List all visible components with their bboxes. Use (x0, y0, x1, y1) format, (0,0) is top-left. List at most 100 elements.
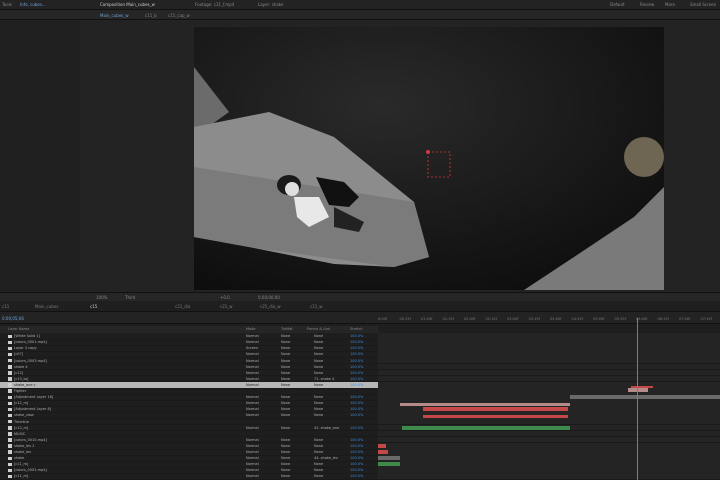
layer-trk[interactable]: None (281, 474, 290, 478)
layer-stretch[interactable]: 100.0% (350, 377, 363, 381)
workspace-default[interactable]: Default (610, 2, 625, 7)
layer-color-swatch[interactable] (8, 432, 12, 436)
layer-color-swatch[interactable] (8, 395, 12, 399)
layer-color-swatch[interactable] (8, 426, 12, 430)
layer-stretch[interactable]: 100.0% (350, 365, 363, 369)
workspace-more[interactable]: More (665, 2, 675, 7)
layer-trk[interactable]: None (281, 438, 290, 442)
layer-parent[interactable]: None (314, 346, 323, 350)
project-panel[interactable] (0, 20, 80, 292)
layer-trk[interactable]: None (281, 444, 290, 448)
layer-stretch[interactable]: 100.0% (350, 352, 363, 356)
timeline-tracks[interactable] (378, 333, 720, 480)
layer-mode[interactable]: Normal (246, 413, 259, 417)
layer-parent[interactable]: None (314, 438, 323, 442)
layer-row[interactable]: [c11_m] Normal None None 100.0% (0, 473, 378, 480)
layer-mode[interactable]: Normal (246, 426, 259, 430)
layer-mode[interactable]: Normal (246, 444, 259, 448)
layer-color-swatch[interactable] (8, 383, 12, 387)
layer-parent[interactable]: None (314, 413, 323, 417)
playhead[interactable] (637, 318, 638, 480)
layer-parent[interactable]: None (314, 395, 323, 399)
layer-color-swatch[interactable] (8, 419, 12, 424)
layer-trk[interactable]: None (281, 450, 290, 454)
layer-stretch[interactable]: 100.0% (350, 359, 363, 363)
layer-color-swatch[interactable] (8, 371, 12, 375)
timeline-tab-c21-dia[interactable]: c21_dia (175, 304, 190, 309)
workspace-review[interactable]: Review (640, 2, 654, 7)
viewer-timecode[interactable]: 0;00;00;00 (258, 295, 280, 300)
layer-duration-bar[interactable] (378, 462, 400, 467)
timeline-current-time[interactable]: 0;00;05;06 (2, 316, 24, 321)
layer-stretch[interactable]: 100.0% (350, 413, 363, 417)
viewer-tab-c11[interactable]: c11_b (145, 13, 157, 18)
layer-stretch[interactable]: 100.0% (350, 395, 363, 399)
layer-stretch[interactable]: 100.0% (350, 474, 363, 478)
layer-duration-bar[interactable] (628, 387, 648, 392)
layer-color-swatch[interactable] (8, 468, 12, 473)
layer-color-swatch[interactable] (8, 456, 12, 460)
layer-parent[interactable]: 71. shake 4 (314, 377, 334, 381)
col-trkmat[interactable]: TrkMat (281, 327, 293, 331)
layer-trk[interactable]: None (281, 456, 290, 460)
exposure-value[interactable]: +0.0 (220, 295, 230, 300)
layer-mode[interactable]: Normal (246, 334, 259, 338)
layer-mode[interactable]: Normal (246, 462, 259, 466)
col-layer-name[interactable]: Layer Name (8, 327, 29, 331)
col-stretch[interactable]: Stretch (350, 327, 363, 331)
layer-duration-bar[interactable] (378, 456, 400, 460)
layer-stretch[interactable]: 100.0% (350, 346, 363, 350)
layer-trk[interactable]: None (281, 365, 290, 369)
layer-mode[interactable]: Normal (246, 377, 259, 381)
layer-parent[interactable]: None (314, 450, 323, 454)
layer-stretch[interactable]: 100.0% (350, 401, 363, 405)
viewer-tab-c15[interactable]: c15_cap_w (168, 13, 190, 18)
layer-color-swatch[interactable] (8, 358, 12, 363)
layer-duration-bar[interactable] (570, 395, 720, 399)
layer-color-swatch[interactable] (8, 462, 12, 467)
layer-stretch[interactable]: 100.0% (350, 456, 363, 460)
footage-tab[interactable]: Footage: c11_f.mp4 (195, 2, 234, 7)
timeline-tab-c15[interactable]: c15 (90, 304, 97, 309)
layer-mode[interactable]: Normal (246, 395, 259, 399)
layer-mode[interactable]: Normal (246, 365, 259, 369)
zoom-select[interactable]: 100% (96, 295, 107, 300)
layer-parent[interactable]: 41. shake_one (314, 426, 339, 430)
layer-mode[interactable]: Normal (246, 371, 259, 375)
layer-stretch[interactable]: 100.0% (350, 438, 363, 442)
layer-mode[interactable]: Normal (246, 438, 259, 442)
layer-stretch[interactable]: 100.0% (350, 468, 363, 472)
layer-mode[interactable]: Screen (246, 346, 258, 350)
layer-parent[interactable]: None (314, 474, 323, 478)
layer-trk[interactable]: None (281, 383, 290, 387)
col-parent[interactable]: Parent & Link (307, 327, 330, 331)
layer-tab[interactable]: Layer: shake (258, 2, 283, 7)
layer-parent[interactable]: None (314, 340, 323, 344)
layer-duration-bar[interactable] (423, 407, 568, 412)
layer-trk[interactable]: None (281, 359, 290, 363)
composition-tab[interactable]: Composition Main_cubes_w (100, 2, 155, 7)
layer-trk[interactable]: None (281, 413, 290, 417)
layer-duration-bar[interactable] (402, 425, 570, 430)
layer-stretch[interactable]: 100.0% (350, 444, 363, 448)
tools-label[interactable]: Tools (2, 2, 12, 7)
layer-trk[interactable]: None (281, 468, 290, 472)
time-ruler[interactable]: 0:00f 00:15f 01:00f 01:15f 02:00f 02:15f 03:00… (378, 316, 720, 326)
layer-color-swatch[interactable] (8, 377, 12, 381)
layer-color-swatch[interactable] (8, 450, 12, 454)
layer-trk[interactable]: None (281, 340, 290, 344)
layer-parent[interactable]: None (314, 468, 323, 472)
layer-trk[interactable]: None (281, 334, 290, 338)
layer-trk[interactable]: None (281, 371, 290, 375)
layer-color-swatch[interactable] (8, 352, 12, 357)
layer-color-swatch[interactable] (8, 365, 12, 369)
layer-trk[interactable]: None (281, 352, 290, 356)
track-row[interactable] (378, 473, 720, 480)
layer-color-swatch[interactable] (8, 438, 12, 442)
timeline-tab-c21-w[interactable]: c21_w (220, 304, 233, 309)
layer-trk[interactable]: None (281, 346, 290, 350)
layer-mode[interactable]: Normal (246, 383, 259, 387)
composition-canvas[interactable] (194, 27, 664, 290)
timeline-tab-main[interactable]: Main_cubes (35, 304, 58, 309)
info-label[interactable]: Info, cubes... (20, 2, 46, 7)
